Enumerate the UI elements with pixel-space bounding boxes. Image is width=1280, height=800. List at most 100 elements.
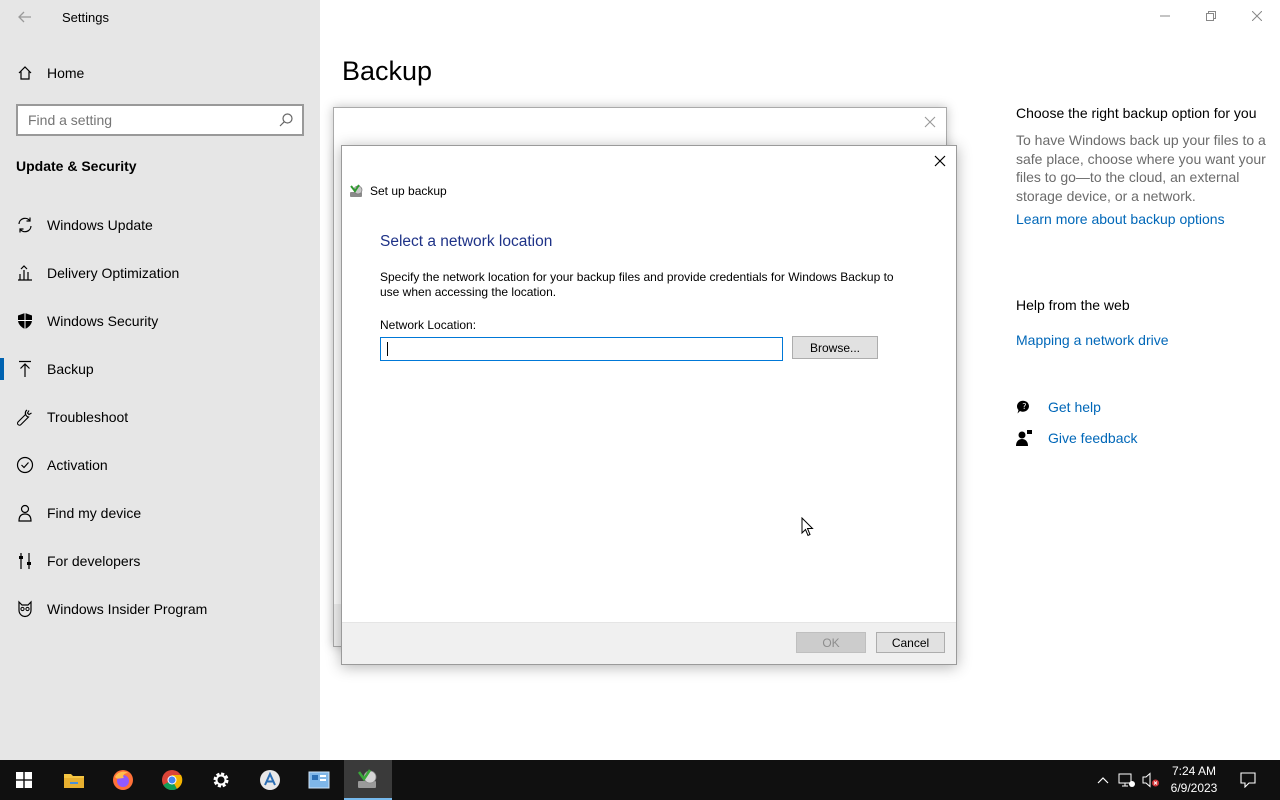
close-icon[interactable] [922, 114, 938, 130]
sidebar-item-windows-security[interactable]: Windows Security [0, 301, 320, 341]
text-caret [387, 342, 388, 356]
minimize-icon [1160, 15, 1170, 17]
dialog-footer: OK Cancel [342, 622, 956, 664]
mouse-cursor-icon [801, 517, 814, 537]
taskbar-firefox[interactable] [99, 760, 147, 800]
dialog-header-label: Set up backup [370, 184, 447, 198]
home-icon [16, 64, 34, 82]
app-title: Settings [62, 10, 109, 25]
restore-button[interactable] [1188, 0, 1234, 32]
info-panel: Choose the right backup option for you T… [1016, 104, 1266, 227]
windows-logo-icon [16, 772, 32, 788]
setup-backup-dialog: Set up backup Select a network location … [341, 145, 957, 665]
info-text: To have Windows back up your files to a … [1016, 132, 1266, 204]
taskbar-backup-app[interactable] [344, 760, 392, 800]
sidebar-item-windows-update[interactable]: Windows Update [0, 205, 320, 245]
backup-app-icon [350, 184, 363, 197]
give-feedback-link[interactable]: Give feedback [1016, 428, 1138, 448]
section-heading: Update & Security [16, 158, 137, 174]
sidebar-item-label: For developers [47, 553, 141, 569]
check-circle-icon [16, 456, 34, 474]
action-center-button[interactable] [1232, 760, 1264, 800]
taskbar-file-explorer[interactable] [50, 760, 98, 800]
delivery-optimization-icon [16, 264, 34, 282]
settings-sidebar: Settings Home Update & Security Windows … [0, 0, 320, 760]
sidebar-item-windows-insider[interactable]: Windows Insider Program [0, 589, 320, 629]
cancel-button[interactable]: Cancel [876, 632, 945, 653]
get-help-link[interactable]: ? Get help [1016, 397, 1101, 417]
active-indicator [0, 358, 4, 380]
taskbar-chrome[interactable] [148, 760, 196, 800]
clock[interactable]: 7:24 AM 6/9/2023 [1160, 763, 1228, 797]
restore-icon [1206, 11, 1216, 21]
svg-text:?: ? [1022, 402, 1026, 411]
browse-button[interactable]: Browse... [792, 336, 878, 359]
developer-sliders-icon [16, 552, 34, 570]
insider-cat-icon [16, 600, 34, 618]
sidebar-item-label: Delivery Optimization [47, 265, 180, 281]
taskbar-app-store[interactable] [246, 760, 294, 800]
volume-muted-icon [1142, 772, 1159, 788]
search-input[interactable] [18, 106, 258, 134]
file-explorer-icon [64, 774, 84, 788]
ok-button[interactable]: OK [796, 632, 866, 653]
page-title: Backup [342, 56, 433, 86]
control-panel-icon [308, 771, 330, 789]
clock-time: 7:24 AM [1171, 764, 1217, 778]
feedback-person-icon [1016, 430, 1032, 446]
chevron-up-icon [1097, 777, 1109, 784]
volume-status[interactable] [1140, 760, 1162, 800]
give-feedback-label: Give feedback [1048, 430, 1138, 446]
back-arrow-icon [18, 11, 31, 23]
search-icon [279, 113, 293, 127]
sidebar-item-label: Troubleshoot [47, 409, 129, 425]
taskbar: 7:24 AM 6/9/2023 [0, 760, 1280, 800]
get-help-label: Get help [1048, 399, 1101, 415]
backup-app-icon [357, 769, 377, 788]
firefox-icon [113, 770, 133, 790]
sync-icon [16, 216, 34, 234]
chrome-icon [162, 770, 183, 791]
sidebar-item-label: Backup [47, 361, 94, 377]
learn-more-link[interactable]: Learn more about backup options [1016, 211, 1266, 227]
person-pin-icon [16, 504, 34, 522]
settings-gear-icon [213, 772, 229, 788]
notification-icon [1240, 772, 1256, 788]
sidebar-item-backup[interactable]: Backup [0, 349, 320, 389]
sidebar-item-find-my-device[interactable]: Find my device [0, 493, 320, 533]
start-button[interactable] [0, 760, 48, 800]
taskbar-settings[interactable] [197, 760, 245, 800]
sidebar-item-for-developers[interactable]: For developers [0, 541, 320, 581]
close-icon [1252, 11, 1262, 21]
dialog-title: Select a network location [380, 233, 553, 250]
close-button[interactable] [1234, 0, 1280, 32]
tray-overflow-button[interactable] [1094, 760, 1112, 800]
mapping-network-drive-link[interactable]: Mapping a network drive [1016, 332, 1169, 348]
app-store-icon [260, 770, 280, 790]
wrench-icon [16, 408, 34, 426]
dialog-description: Specify the network location for your ba… [380, 270, 894, 299]
nav-home[interactable]: Home [0, 53, 320, 93]
backup-arrow-icon [16, 360, 34, 378]
close-icon[interactable] [932, 153, 948, 169]
clock-date: 6/9/2023 [1170, 781, 1218, 795]
network-status[interactable] [1116, 760, 1138, 800]
sidebar-item-label: Find my device [47, 505, 142, 521]
sidebar-item-label: Windows Security [47, 313, 159, 329]
sidebar-item-troubleshoot[interactable]: Troubleshoot [0, 397, 320, 437]
back-button[interactable] [14, 6, 36, 28]
network-location-input[interactable] [380, 337, 783, 361]
sidebar-item-delivery-optimization[interactable]: Delivery Optimization [0, 253, 320, 293]
minimize-button[interactable] [1142, 0, 1188, 32]
web-help-heading: Help from the web [1016, 297, 1130, 313]
sidebar-item-label: Windows Update [47, 217, 153, 233]
info-heading: Choose the right backup option for you [1016, 105, 1257, 121]
sidebar-item-activation[interactable]: Activation [0, 445, 320, 485]
taskbar-control-panel[interactable] [295, 760, 343, 800]
dialog-header: Set up backup [349, 183, 447, 199]
search-box[interactable] [16, 104, 304, 136]
network-icon [1118, 773, 1135, 787]
sidebar-item-label: Activation [47, 457, 108, 473]
chat-help-icon: ? [1016, 400, 1029, 414]
network-location-label: Network Location: [380, 318, 477, 332]
